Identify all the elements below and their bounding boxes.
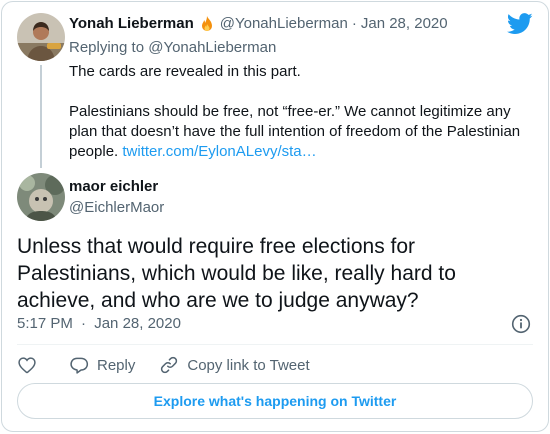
- heart-icon: [18, 357, 36, 374]
- link-icon: [161, 356, 178, 374]
- copy-link-button[interactable]: Copy link to Tweet: [159, 355, 310, 375]
- like-button[interactable]: [17, 355, 37, 375]
- tweet-timestamp[interactable]: 5:17 PM · Jan 28, 2020: [17, 314, 181, 334]
- author-name[interactable]: maor eichler: [69, 177, 158, 197]
- fire-emoji-icon: [201, 16, 212, 31]
- reply-icon: [70, 357, 89, 374]
- tweet-text: Unless that would require free elections…: [17, 235, 456, 312]
- parent-tweet-text: The cards are revealed in this part. Pal…: [69, 62, 529, 162]
- parent-paragraph-2: Palestinians should be free, not “free-e…: [69, 102, 529, 162]
- thread-connector-line: [40, 65, 42, 168]
- parent-tweet-header: Yonah Lieberman @YonahLieberman · Jan 28…: [69, 14, 448, 34]
- replying-to: Replying to @YonahLieberman: [69, 39, 277, 56]
- twitter-bird-icon[interactable]: [507, 13, 533, 35]
- reply-button[interactable]: Reply: [69, 355, 135, 375]
- divider: [17, 344, 533, 345]
- parent-tweet-date[interactable]: Jan 28, 2020: [361, 14, 448, 34]
- author-handle[interactable]: @EichlerMaor: [69, 198, 164, 218]
- parent-author-handle[interactable]: @YonahLieberman: [220, 14, 348, 34]
- avatar-image: [17, 13, 65, 61]
- copy-link-label: Copy link to Tweet: [187, 356, 310, 374]
- parent-paragraph-1: The cards are revealed in this part.: [69, 63, 301, 80]
- explore-twitter-button[interactable]: Explore what's happening on Twitter: [17, 383, 533, 419]
- separator-dot: ·: [351, 15, 357, 32]
- avatar-yonah[interactable]: [17, 13, 65, 61]
- tweet-actions: Reply Copy link to Tweet: [17, 354, 310, 376]
- avatar-image: [17, 173, 65, 221]
- reply-label: Reply: [97, 356, 136, 374]
- parent-tweet-link[interactable]: twitter.com/EylonALevy/sta…: [122, 143, 316, 160]
- tweet-date[interactable]: Jan 28, 2020: [94, 315, 181, 332]
- parent-author-name[interactable]: Yonah Lieberman: [69, 14, 194, 34]
- info-icon[interactable]: [511, 314, 531, 334]
- tweet-time[interactable]: 5:17 PM: [17, 315, 73, 332]
- separator-dot: ·: [81, 315, 87, 332]
- avatar-maor[interactable]: [17, 173, 65, 221]
